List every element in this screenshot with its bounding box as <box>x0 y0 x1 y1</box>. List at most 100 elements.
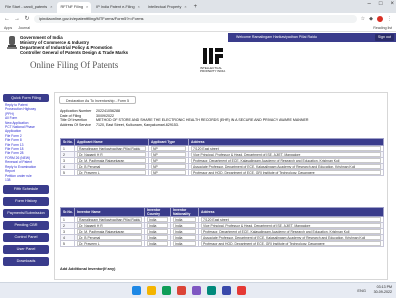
national-emblem-icon <box>7 36 17 49</box>
inventor-address-field[interactable]: Associate Professor, Department of ECE, … <box>201 235 381 240</box>
inventor-name-field[interactable]: Dr. Praveen L <box>77 241 142 246</box>
language-indicator[interactable]: ENG <box>357 288 366 293</box>
inventor-country-field[interactable]: India <box>147 223 168 228</box>
applicant-name-field[interactable]: Dr. B Perumal <box>77 164 146 169</box>
column-header: Inventor Nationality <box>170 207 199 217</box>
quick-form-filing-header[interactable]: Quick Form Filing <box>3 94 49 102</box>
minimize-icon[interactable]: – <box>368 1 371 7</box>
applicant-name-field[interactable]: Ramalingam Harikaviyadhan Pillai Raidu <box>77 146 146 151</box>
fifth-schedule-button[interactable]: Fifth Schedule <box>3 185 49 195</box>
inventor-nationality-field[interactable]: India <box>173 223 196 228</box>
maximize-icon[interactable]: □ <box>379 1 383 7</box>
applicant-address-field[interactable]: Vice Principal, Professor & Head, Depart… <box>191 152 381 157</box>
tab-label: File Start - candi_patents <box>5 5 48 9</box>
inventor-name-field[interactable]: Ramalingam Harikaviyadhan Pillai Raidu <box>77 217 142 222</box>
payments-submission-button[interactable]: Payments/Submission <box>3 209 49 219</box>
tab-label: Intellectual Property <box>147 5 182 9</box>
form-history-button[interactable]: Form History <box>3 197 49 207</box>
applicant-type-field[interactable]: NP <box>151 158 186 163</box>
clock[interactable]: 03:13 PM 30-09-2022 <box>374 285 392 295</box>
extensions-icon[interactable]: ◆ <box>369 16 373 22</box>
bookmark-apps[interactable]: Apps <box>4 24 12 31</box>
bookmark-journal[interactable]: Journal <box>18 24 30 31</box>
windows-start-icon[interactable] <box>132 286 141 295</box>
inventor-name-field[interactable]: Dr. M. Padhmaja Rajasekaran <box>77 229 142 234</box>
profile-avatar[interactable] <box>377 15 383 22</box>
search-icon[interactable] <box>147 286 156 295</box>
cell-address: Professor and HOD, Department of ECE, GR… <box>188 169 384 176</box>
inventor-nationality-field[interactable]: India <box>173 235 196 240</box>
downloads-button[interactable]: Downloads <box>3 257 49 267</box>
column-header: Sr.No. <box>60 138 75 146</box>
ip-india-text: INTELLECTUAL PROPERTY INDIA <box>200 66 225 74</box>
inventor-name-field[interactable]: Dr. B Perumal <box>77 235 142 240</box>
inventor-nationality-field[interactable]: India <box>173 229 196 234</box>
file-explorer-icon[interactable] <box>162 286 171 295</box>
browser-tab-4[interactable]: Intellectual Property × <box>145 2 190 13</box>
applicant-name-field[interactable]: Dr. M. Padhmaja Rajasekaran <box>77 158 146 163</box>
column-header: Inventor Name <box>74 207 145 217</box>
close-tab-icon[interactable]: × <box>86 2 88 13</box>
menu-icon[interactable]: ⋮ <box>387 16 392 22</box>
close-tab-icon[interactable]: × <box>138 2 140 13</box>
browser-tab-1[interactable]: File Start - candi_patents × <box>2 2 55 13</box>
inventor-address-field[interactable]: Professor and HOD, Department of ECE, GR… <box>201 241 381 246</box>
mail-icon[interactable] <box>237 286 246 295</box>
forward-icon[interactable]: → <box>14 16 20 22</box>
applicant-address-field[interactable]: Associate Professor, Department of ECE, … <box>191 164 381 169</box>
table-header-row: Sr.No. Applicant Name Applicant Type Add… <box>60 138 384 146</box>
inventor-nationality-field[interactable]: India <box>173 241 196 246</box>
bookmarks-bar: Apps Journal Reading list <box>0 24 396 32</box>
word-icon[interactable] <box>207 286 216 295</box>
bookmark-star-icon[interactable]: ☆ <box>361 16 365 22</box>
applicant-address-field[interactable]: 7/120 East street <box>191 146 381 151</box>
browser-tab-2[interactable]: RFTNF Filing × <box>57 2 92 13</box>
column-header: Inventor Country <box>144 207 171 217</box>
close-window-icon[interactable]: × <box>390 1 394 7</box>
chrome-icon[interactable] <box>177 286 186 295</box>
ip-india-logo <box>203 48 223 64</box>
cell-nationality: India <box>170 240 199 247</box>
edge-icon[interactable] <box>192 286 201 295</box>
table-row: 5 Dr. Praveen L NP Professor and HOD, De… <box>60 169 384 176</box>
applicant-address-field[interactable]: Professor, Department of ECE, Kalasaling… <box>191 158 381 163</box>
inventor-address-field[interactable]: Vice Principal, Professor & Head, Depart… <box>201 223 381 228</box>
close-tab-icon[interactable]: × <box>50 2 52 13</box>
cell-address: Professor and HOD, Department of ECE, GR… <box>198 240 384 247</box>
url-field[interactable]: ipindiaonline.gov.in/epatentfiling/MTFor… <box>34 14 357 23</box>
date-of-filing: 30/09/2022 <box>96 113 114 118</box>
inventor-address-field[interactable]: Professor, Department of ECE, Kalasaling… <box>201 229 381 234</box>
teams-icon[interactable] <box>222 286 231 295</box>
reload-icon[interactable]: ↻ <box>24 15 30 22</box>
sidebar-link[interactable]: 138 <box>0 178 52 182</box>
back-icon[interactable]: ← <box>4 16 10 22</box>
inventor-nationality-field[interactable]: India <box>173 217 196 222</box>
applicant-address-field[interactable]: Professor and HOD, Department of ECE, GR… <box>191 170 381 175</box>
column-header: Applicant Name <box>74 138 149 146</box>
close-tab-icon[interactable]: × <box>184 2 186 13</box>
government-titles: Government of India Ministry of Commerce… <box>20 35 128 55</box>
reading-list[interactable]: Reading list <box>373 24 396 31</box>
new-tab-button[interactable]: + <box>190 2 202 13</box>
inventor-country-field[interactable]: India <box>147 229 168 234</box>
column-header: Applicant Type <box>148 138 189 146</box>
applicant-name-field[interactable]: Dr. Naganti H R <box>77 152 146 157</box>
user-panel-button[interactable]: User Panel <box>3 245 49 255</box>
applicant-type-field[interactable]: NP <box>151 146 186 151</box>
inventor-name-field[interactable]: Dr. Naganti H R <box>77 223 142 228</box>
inventor-country-field[interactable]: India <box>147 217 168 222</box>
applicant-type-field[interactable]: NP <box>151 164 186 169</box>
sign-out-button[interactable]: Sign out <box>374 34 394 41</box>
form-section-title: Declaration As To Inventorship - Form 5 <box>59 96 137 104</box>
inventor-address-field[interactable]: 7/120 East street <box>201 217 381 222</box>
inventor-country-field[interactable]: India <box>147 235 168 240</box>
pending-cbr-button[interactable]: Pending CBR <box>3 221 49 231</box>
applicant-type-field[interactable]: NP <box>151 170 186 175</box>
window-controls: – □ × <box>368 1 394 7</box>
control-panel-button[interactable]: Control Panel <box>3 233 49 243</box>
applicant-type-field[interactable]: NP <box>151 152 186 157</box>
applicant-name-field[interactable]: Dr. Praveen L <box>77 170 146 175</box>
browser-tab-3[interactable]: IP India Patent e-Filing × <box>93 2 143 13</box>
inventor-country-field[interactable]: India <box>147 241 168 246</box>
inventors-table: Sr.No. Inventor Name Inventor Country In… <box>60 207 384 247</box>
